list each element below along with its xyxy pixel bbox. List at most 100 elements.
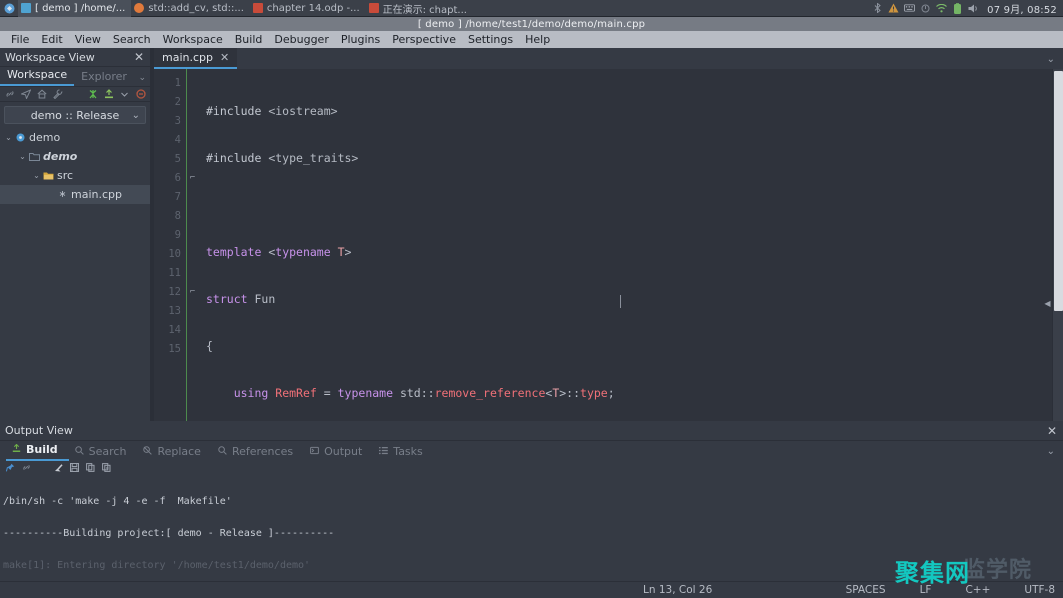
copy-all-icon[interactable] (101, 463, 111, 473)
terminal-icon (310, 445, 319, 458)
run-icon[interactable] (87, 89, 98, 100)
line-number: 4 (154, 131, 186, 150)
keyboard-icon[interactable] (904, 3, 915, 14)
stop-icon[interactable] (135, 89, 146, 100)
output-tab-replace[interactable]: Replace (137, 443, 212, 461)
menu-perspective[interactable]: Perspective (386, 32, 462, 47)
pin-icon[interactable] (5, 463, 15, 473)
tree-item-label: demo (41, 150, 77, 163)
code-line-7: using RemRef = typename std::remove_refe… (206, 384, 1063, 403)
taskbar-item-1[interactable]: std::add_cv, std::... (131, 0, 250, 17)
fold-marker[interactable]: ⌐ (187, 283, 198, 302)
tab-workspace[interactable]: Workspace (0, 66, 74, 86)
cursor-position[interactable]: Ln 13, Col 26 (643, 584, 712, 596)
start-menu-icon[interactable] (0, 0, 18, 17)
chevron-down-icon[interactable]: ⌄ (3, 133, 14, 142)
taskbar-item-3[interactable]: 正在演示: chapt... (366, 0, 473, 17)
tab-explorer[interactable]: Explorer (74, 68, 134, 86)
line-number: 5 (154, 150, 186, 169)
output-tab-references[interactable]: References (212, 443, 304, 461)
status-indent-mode[interactable]: SPACES (846, 584, 886, 596)
tree-item-folder-src[interactable]: ⌄ src (0, 166, 150, 185)
line-number: 9 (154, 226, 186, 245)
chevron-down-icon[interactable]: ⌄ (31, 171, 42, 180)
send-icon[interactable] (20, 89, 31, 100)
fold-marker (187, 150, 198, 169)
copy-icon[interactable] (85, 463, 95, 473)
tree-item-file-main-cpp[interactable]: main.cpp (0, 185, 150, 204)
home-icon[interactable] (36, 89, 47, 100)
fold-gutter[interactable]: ⌐ ⌐ (186, 69, 198, 421)
taskbar-item-0[interactable]: [ demo ] /home/... (18, 0, 131, 17)
code-line-5: struct Fun (206, 290, 1063, 309)
fold-marker (187, 93, 198, 112)
tree-item-folder-demo[interactable]: ⌄ demo (0, 147, 150, 166)
build-icon (12, 443, 21, 456)
link-icon[interactable] (21, 463, 31, 473)
scrollbar-thumb[interactable] (1054, 71, 1063, 311)
menu-plugins[interactable]: Plugins (335, 32, 386, 47)
code-text[interactable]: #include <iostream> #include <type_trait… (198, 69, 1063, 421)
fold-marker[interactable]: ⌐ (187, 169, 198, 188)
code-line-1: #include <iostream> (206, 102, 1063, 121)
save-icon[interactable] (69, 463, 79, 473)
status-line-ending[interactable]: LF (920, 584, 932, 596)
output-toolbar (0, 461, 1063, 474)
close-icon[interactable]: ✕ (132, 51, 146, 63)
battery-icon[interactable] (952, 3, 963, 14)
taskbar-item-2[interactable]: chapter 14.odp -... (250, 0, 366, 17)
editor-tab-main-cpp[interactable]: main.cpp ✕ (154, 48, 237, 69)
build-log[interactable]: /bin/sh -c 'make -j 4 -e -f Makefile' --… (0, 474, 1063, 598)
menu-settings[interactable]: Settings (462, 32, 519, 47)
log-line: ----------Building project:[ demo - Rele… (3, 529, 1063, 540)
editor-scrollbar[interactable] (1052, 69, 1063, 421)
chevron-down-icon[interactable]: ⌄ (138, 73, 146, 83)
menu-file[interactable]: File (5, 32, 35, 47)
volume-icon[interactable] (968, 3, 979, 14)
close-icon[interactable]: ✕ (220, 51, 229, 64)
output-tab-tasks[interactable]: Tasks (373, 443, 433, 461)
wrench-icon[interactable] (52, 89, 63, 100)
line-number: 2 (154, 93, 186, 112)
log-line: make[1]: Entering directory '/home/test1… (3, 561, 1063, 572)
menu-workspace[interactable]: Workspace (157, 32, 229, 47)
bluetooth-icon[interactable] (872, 3, 883, 14)
updates-icon[interactable] (920, 3, 931, 14)
text-caret (620, 295, 621, 308)
output-tab-build[interactable]: Build (6, 441, 69, 461)
menu-debugger[interactable]: Debugger (268, 32, 334, 47)
fold-marker (187, 340, 198, 359)
chevron-down-icon[interactable] (119, 89, 130, 100)
link-icon[interactable] (4, 89, 15, 100)
main-area: Workspace View ✕ Workspace Explorer ⌄ (0, 48, 1063, 421)
menu-build[interactable]: Build (229, 32, 269, 47)
chevron-down-icon[interactable]: ⌄ (1047, 54, 1055, 65)
fold-marker (187, 207, 198, 226)
project-icon (14, 133, 27, 142)
line-number: 7 (154, 188, 186, 207)
build-target-selector[interactable]: demo :: Release ⌄ (4, 106, 146, 124)
clear-icon[interactable] (53, 463, 63, 473)
menu-search[interactable]: Search (107, 32, 157, 47)
output-tab-label: References (232, 445, 293, 458)
warning-icon[interactable] (888, 3, 899, 14)
network-icon[interactable] (936, 3, 947, 14)
line-number: 8 (154, 207, 186, 226)
chevron-down-icon[interactable]: ⌄ (17, 152, 28, 161)
tree-item-project-demo[interactable]: ⌄ demo (0, 128, 150, 147)
status-language[interactable]: C++ (965, 584, 990, 596)
collapse-panel-arrow[interactable]: ◀ (1044, 296, 1051, 310)
menu-help[interactable]: Help (519, 32, 556, 47)
build-icon[interactable] (103, 89, 114, 100)
close-icon[interactable]: ✕ (1045, 425, 1059, 437)
output-tab-output[interactable]: Output (304, 443, 373, 461)
log-line: /bin/sh -c 'make -j 4 -e -f Makefile' (3, 497, 1063, 508)
output-tab-search[interactable]: Search (69, 443, 138, 461)
chevron-down-icon[interactable]: ⌄ (1047, 446, 1055, 457)
taskbar-clock[interactable]: 07 9月, 08:52 (984, 1, 1057, 16)
status-encoding[interactable]: UTF-8 (1024, 584, 1055, 596)
menu-edit[interactable]: Edit (35, 32, 68, 47)
output-view-title: Output View (5, 424, 1045, 437)
fold-marker (187, 226, 198, 245)
menu-view[interactable]: View (69, 32, 107, 47)
